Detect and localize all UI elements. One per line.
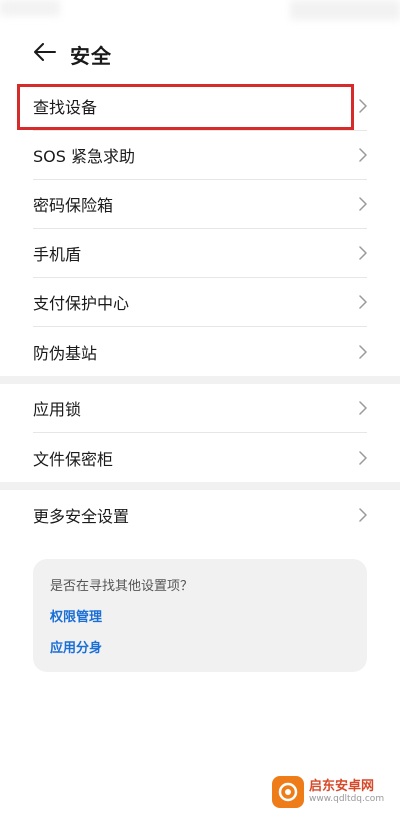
row-label: 手机盾 (33, 245, 82, 264)
watermark-url: www.qdltdq.com (309, 794, 385, 804)
status-bar-left-blur (0, 0, 60, 16)
page-title: 安全 (70, 43, 112, 68)
row-anti-fake-base-station[interactable]: 防伪基站 (33, 327, 367, 376)
chevron-right-icon (357, 245, 369, 261)
settings-group-apps: 应用锁 文件保密柜 (0, 384, 400, 482)
row-label: 应用锁 (33, 400, 82, 419)
row-label: SOS 紧急求助 (33, 147, 135, 166)
header: 安全 (0, 26, 400, 82)
chevron-right-icon (357, 400, 369, 416)
section-divider (0, 376, 400, 384)
settings-group-more: 更多安全设置 (0, 490, 400, 539)
chevron-right-icon (357, 147, 369, 163)
chevron-right-icon (357, 98, 369, 114)
row-label: 密码保险箱 (33, 196, 114, 215)
settings-group-primary: 查找设备 SOS 紧急求助 密码保险箱 手机盾 支付保护中心 防伪基站 (0, 82, 400, 376)
chevron-right-icon (357, 450, 369, 466)
row-more-security-settings[interactable]: 更多安全设置 (33, 490, 367, 539)
suggestion-link-app-twin[interactable]: 应用分身 (50, 637, 350, 656)
row-label: 文件保密柜 (33, 449, 114, 469)
watermark-name: 启东安卓网 (309, 779, 375, 794)
row-label: 防伪基站 (33, 343, 98, 363)
watermark-text: 启东安卓网 www.qdltdq.com (309, 779, 384, 805)
row-sos[interactable]: SOS 紧急求助 (33, 131, 367, 180)
row-app-lock[interactable]: 应用锁 (33, 384, 367, 433)
row-find-device[interactable]: 查找设备 (33, 82, 367, 131)
chevron-right-icon (357, 507, 369, 523)
chevron-right-icon (357, 196, 369, 212)
row-file-safe[interactable]: 文件保密柜 (33, 433, 367, 482)
chevron-right-icon (357, 294, 369, 310)
status-bar-right-blur (290, 0, 400, 20)
suggestion-card: 是否在寻找其他设置项？ 权限管理 应用分身 (33, 559, 367, 672)
row-label: 更多安全设置 (33, 506, 130, 526)
suggestion-link-permissions[interactable]: 权限管理 (50, 606, 350, 625)
watermark-logo-icon (272, 776, 304, 808)
back-button[interactable] (30, 39, 60, 69)
status-bar (0, 0, 400, 26)
suggestion-question: 是否在寻找其他设置项？ (50, 579, 194, 594)
chevron-right-icon (357, 344, 369, 360)
row-label: 查找设备 (33, 98, 98, 117)
row-payment-protection[interactable]: 支付保护中心 (33, 278, 367, 327)
back-arrow-icon (34, 43, 56, 65)
row-phone-shield[interactable]: 手机盾 (33, 229, 367, 278)
watermark: 启东安卓网 www.qdltdq.com (272, 776, 384, 808)
section-divider (0, 482, 400, 490)
row-password-vault[interactable]: 密码保险箱 (33, 180, 367, 229)
row-label: 支付保护中心 (33, 294, 130, 313)
